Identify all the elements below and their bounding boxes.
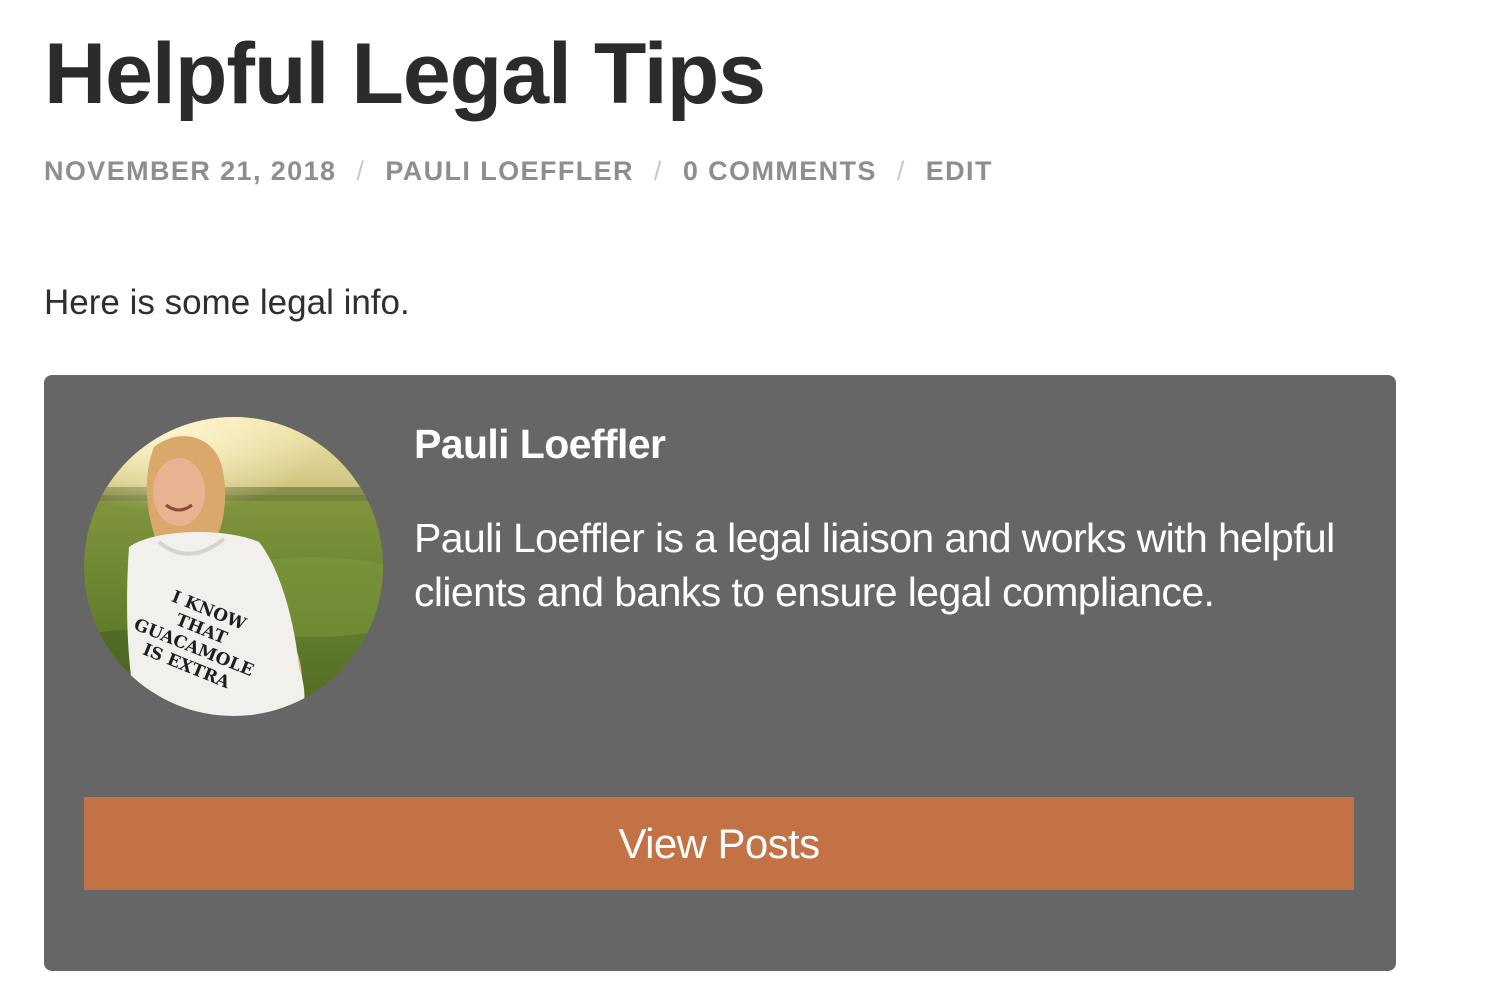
meta-separator: / (896, 156, 906, 186)
author-box: I KNOW THAT GUACAMOLE IS EXTRA Pauli Loe… (44, 375, 1396, 971)
post-meta: NOVEMBER 21, 2018 / PAULI LOEFFLER / 0 C… (44, 156, 993, 187)
page-title: Helpful Legal Tips (44, 26, 766, 122)
edit-link[interactable]: EDIT (926, 156, 993, 187)
meta-separator: / (356, 156, 366, 186)
view-posts-button[interactable]: View Posts (84, 797, 1354, 890)
comments-link[interactable]: 0 COMMENTS (683, 156, 877, 187)
author-link[interactable]: PAULI LOEFFLER (385, 156, 634, 187)
meta-separator: / (653, 156, 663, 186)
avatar-photo: I KNOW THAT GUACAMOLE IS EXTRA (84, 417, 383, 716)
post-content: Here is some legal info. (44, 283, 410, 322)
post-date: NOVEMBER 21, 2018 (44, 156, 337, 186)
author-bio: Pauli Loeffler is a legal liaison and wo… (414, 515, 1335, 615)
author-avatar: I KNOW THAT GUACAMOLE IS EXTRA (84, 417, 383, 716)
author-name: Pauli Loeffler (414, 421, 666, 467)
post-page: Helpful Legal Tips NOVEMBER 21, 2018 / P… (0, 0, 1486, 1002)
